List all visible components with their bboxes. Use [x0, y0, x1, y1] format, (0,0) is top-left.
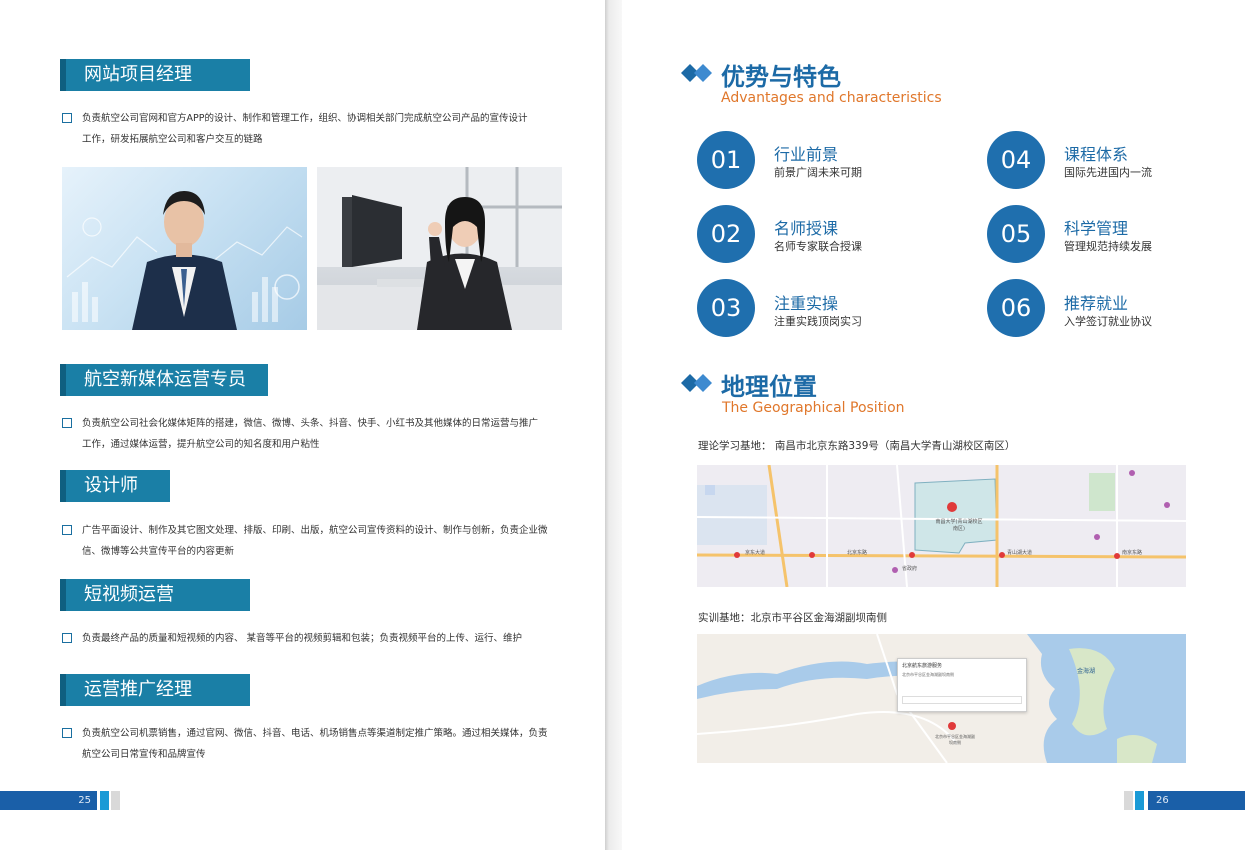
section-title-location: 地理位置 — [721, 373, 817, 401]
section-subtitle-advantages: Advantages and characteristics — [721, 90, 942, 106]
section-subtitle-location: The Geographical Position — [722, 400, 905, 416]
advantage-desc: 前景广阔未来可期 — [774, 166, 862, 179]
map-label: 省政府 — [902, 566, 918, 572]
map-nanchang[interactable]: 南昌大学(青山湖校区南区) 北京东路 青山湖大道 南京东路 省政府 京东大道 — [697, 465, 1186, 587]
theory-base-address: 理论学习基地： 南昌市北京东路339号（南昌大学青山湖校区南区） — [698, 440, 1016, 452]
job-desc-new-media: 负责航空公司社会化媒体矩阵的搭建，微信、微博、头条、抖音、快手、小红书及其他媒体… — [62, 413, 562, 455]
advantage-number: 04 — [987, 131, 1045, 189]
map-label: 北京市平谷区金海湖副坝南侧 — [935, 734, 975, 745]
job-desc-promotion-manager: 负责航空公司机票销售，通过官网、微信、抖音、电话、机场销售点等渠道制定推广策略。… — [62, 723, 562, 765]
map-label: 北京东路 — [847, 550, 868, 556]
job-desc-website-manager: 负责航空公司官网和官方APP的设计、制作和管理工作，组织、协调相关部门完成航空公… — [62, 108, 562, 150]
training-base-address: 实训基地：北京市平谷区金海湖副坝南侧 — [698, 612, 887, 624]
job-desc-short-video: 负责最终产品的质量和短视频的内容、 某音等平台的视频剪辑和包装；负责视频平台的上… — [62, 628, 582, 649]
section-title-advantages: 优势与特色 — [721, 63, 841, 91]
advantage-number: 02 — [697, 205, 755, 263]
checkbox-icon — [62, 525, 72, 535]
map-label: 南京东路 — [1122, 550, 1143, 556]
checkbox-icon — [62, 728, 72, 738]
advantage-desc: 名师专家联合授课 — [774, 240, 862, 253]
advantage-title: 行业前景 — [774, 145, 839, 164]
advantage-number: 06 — [987, 279, 1045, 337]
advantage-desc: 管理规范持续发展 — [1064, 240, 1152, 253]
map-label: 南昌大学(青山湖校区南区) — [935, 519, 983, 532]
popup-search-bar[interactable] — [902, 696, 1022, 704]
advantage-title: 科学管理 — [1064, 219, 1129, 238]
footer-square — [1124, 791, 1133, 810]
diamond-bullet-icon — [681, 64, 712, 82]
job-title-website-manager: 网站项目经理 — [60, 59, 250, 91]
job-title-designer: 设计师 — [60, 470, 170, 502]
diamond-bullet-icon — [681, 374, 712, 392]
footer-square — [1135, 791, 1144, 810]
advantage-desc: 入学签订就业协议 — [1064, 315, 1152, 328]
advantage-number: 03 — [697, 279, 755, 337]
map-label: 青山湖大道 — [1007, 550, 1033, 556]
footer-square — [111, 791, 120, 810]
map-label: 京东大道 — [745, 550, 766, 556]
popup-title: 北京航东旅游服务 — [902, 663, 943, 669]
advantage-number: 05 — [987, 205, 1045, 263]
page-number-left: 25 — [0, 791, 97, 810]
photo-businessman — [62, 167, 307, 330]
checkbox-icon — [62, 113, 72, 123]
footer-square — [100, 791, 109, 810]
advantage-number: 01 — [697, 131, 755, 189]
job-desc-designer: 广告平面设计、制作及其它图文处理、排版、印刷、出版，航空公司宣传资料的设计、制作… — [62, 520, 562, 562]
job-title-short-video: 短视频运营 — [60, 579, 250, 611]
checkbox-icon — [62, 633, 72, 643]
advantage-desc: 注重实践顶岗实习 — [774, 315, 862, 328]
checkbox-icon — [62, 418, 72, 428]
advantage-title: 名师授课 — [774, 219, 839, 238]
advantage-title: 注重实操 — [774, 294, 839, 313]
popup-address: 北京市平谷区金海湖副坝南侧 — [902, 672, 954, 677]
map-pinggu[interactable]: 北京航东旅游服务 北京市平谷区金海湖副坝南侧 金海湖 北京市平谷区金海湖副坝南侧 — [697, 634, 1186, 763]
job-title-new-media: 航空新媒体运营专员 — [60, 364, 268, 396]
page-number-right: 26 — [1148, 791, 1245, 810]
advantage-desc: 国际先进国内一流 — [1064, 166, 1152, 179]
map-label: 金海湖 — [1077, 668, 1096, 675]
map-info-popup[interactable]: 北京航东旅游服务 北京市平谷区金海湖副坝南侧 — [897, 658, 1027, 712]
advantage-title: 课程体系 — [1064, 145, 1129, 164]
advantage-title: 推荐就业 — [1064, 294, 1129, 313]
job-title-promotion-manager: 运营推广经理 — [60, 674, 250, 706]
photo-office-woman — [317, 167, 562, 330]
